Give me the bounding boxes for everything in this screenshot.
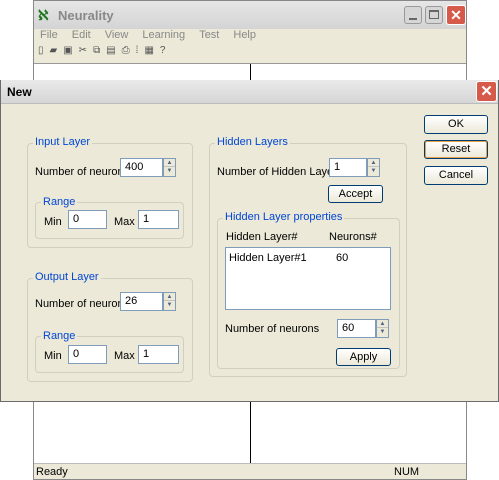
hidden-count-label: Number of Hidden Layers [217, 166, 343, 178]
menu-learning[interactable]: Learning [142, 29, 185, 45]
input-max-label: Max [114, 216, 135, 228]
hidden-count-spinner[interactable]: ▲ ▼ [367, 158, 380, 177]
input-neurons-label: Number of neurons [35, 166, 130, 178]
list-item[interactable]: Hidden Layer#1 60 [229, 252, 387, 266]
menu-edit[interactable]: Edit [72, 29, 91, 45]
input-layer-title: Input Layer [33, 136, 93, 148]
input-neurons-spinner[interactable]: ▲ ▼ [163, 158, 176, 177]
dialog-titlebar: New ✕ [1, 80, 498, 104]
output-min-field[interactable]: 0 [68, 345, 107, 364]
output-max-label: Max [114, 350, 135, 362]
status-num: NUM [394, 466, 420, 478]
status-bar: Ready NUM [34, 463, 466, 480]
input-min-label: Min [44, 216, 62, 228]
hidden-neurons-spinner[interactable]: ▲ ▼ [376, 319, 389, 338]
apply-button[interactable]: Apply [336, 348, 391, 366]
output-range-title: Range [41, 330, 78, 342]
save-icon[interactable]: ▣ [63, 45, 78, 56]
output-neurons-spinner[interactable]: ▲ ▼ [163, 292, 176, 311]
print-icon[interactable]: ⎙ [122, 45, 136, 56]
hidden-props-title: Hidden Layer properties [223, 211, 345, 223]
spin-down-icon[interactable]: ▼ [164, 301, 175, 309]
list-item-neurons: 60 [336, 252, 349, 264]
spin-down-icon[interactable]: ▼ [368, 167, 379, 175]
dialog-title: New [7, 85, 32, 99]
spin-down-icon[interactable]: ▼ [377, 328, 388, 336]
col-hidden-layer: Hidden Layer# [226, 231, 298, 243]
hidden-neurons-label: Number of neurons [225, 323, 320, 335]
input-min-field[interactable]: 0 [68, 210, 107, 229]
main-title: Neurality [58, 8, 114, 23]
spin-up-icon[interactable]: ▲ [164, 159, 175, 167]
dialog-close-button[interactable]: ✕ [476, 81, 497, 102]
copy-icon[interactable]: ⧉ [93, 45, 106, 56]
spin-down-icon[interactable]: ▼ [164, 167, 175, 175]
input-range-title: Range [41, 196, 78, 208]
output-neurons-label: Number of neurons [35, 298, 130, 310]
help-icon[interactable]: ? [160, 45, 172, 56]
app-icon: ℵ [38, 7, 49, 23]
cancel-button[interactable]: Cancel [424, 166, 488, 185]
cut-icon[interactable]: ✂ [79, 45, 93, 56]
maximize-button[interactable] [425, 6, 443, 24]
hidden-neurons-field[interactable]: 60 [337, 319, 376, 338]
new-icon[interactable]: ▯ [38, 45, 50, 56]
spin-up-icon[interactable]: ▲ [368, 159, 379, 167]
reset-button[interactable]: Reset [424, 140, 488, 159]
menu-view[interactable]: View [105, 29, 129, 45]
close-button[interactable]: ✕ [446, 5, 466, 25]
list-item-name: Hidden Layer#1 [229, 252, 307, 264]
menu-help[interactable]: Help [233, 29, 256, 45]
hidden-count-field[interactable]: 1 [329, 158, 367, 177]
input-max-field[interactable]: 1 [138, 210, 179, 229]
menu-bar: File Edit View Learning Test Help [40, 29, 256, 45]
toolbar: ▯▰▣✂⧉▤⎙⁞▦? [38, 45, 462, 63]
hidden-layers-title: Hidden Layers [215, 136, 290, 148]
menu-file[interactable]: File [40, 29, 58, 45]
output-min-label: Min [44, 350, 62, 362]
minimize-button[interactable] [404, 6, 422, 24]
output-neurons-field[interactable]: 26 [120, 292, 163, 311]
ok-button[interactable]: OK [424, 115, 488, 134]
accept-button[interactable]: Accept [328, 185, 383, 203]
col-neurons: Neurons# [329, 231, 377, 243]
new-dialog: New ✕ Input Layer Number of neurons 400 … [0, 80, 499, 402]
grid-icon[interactable]: ▦ [144, 45, 159, 56]
output-max-field[interactable]: 1 [138, 345, 179, 364]
close-icon: ✕ [480, 83, 493, 100]
close-icon: ✕ [450, 7, 462, 23]
paste-icon[interactable]: ▤ [106, 45, 121, 56]
spin-up-icon[interactable]: ▲ [377, 320, 388, 328]
main-titlebar: ℵ Neurality ✕ [34, 1, 466, 29]
output-layer-title: Output Layer [33, 271, 101, 283]
open-icon[interactable]: ▰ [50, 45, 64, 56]
status-text: Ready [36, 466, 68, 478]
spin-up-icon[interactable]: ▲ [164, 293, 175, 301]
menu-test[interactable]: Test [199, 29, 219, 45]
hidden-layer-list[interactable]: Hidden Layer#1 60 [225, 247, 391, 310]
input-neurons-field[interactable]: 400 [120, 158, 163, 177]
